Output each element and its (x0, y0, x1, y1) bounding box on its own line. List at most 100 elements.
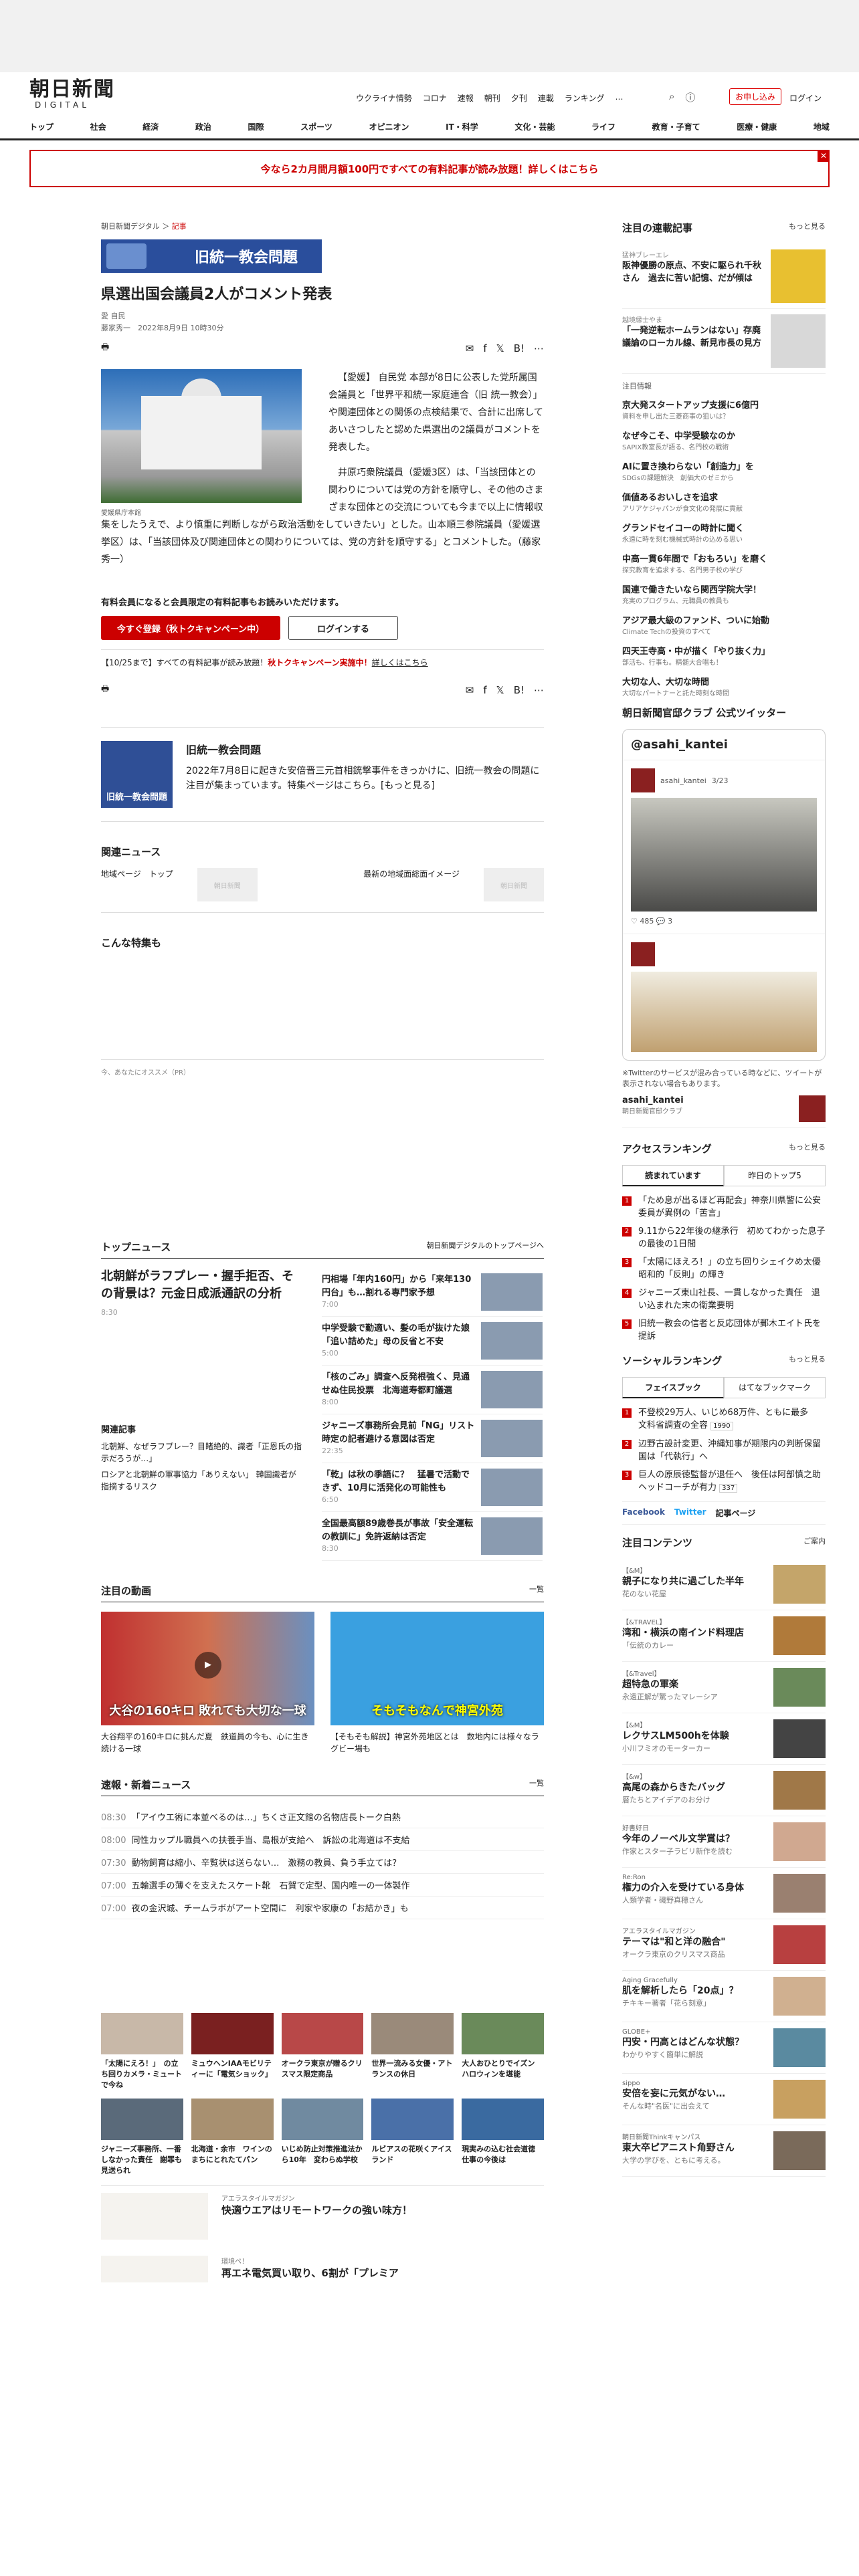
nav-item[interactable]: 文化・芸能 (514, 121, 555, 132)
topnews-more-link[interactable]: 朝日新聞デジタルのトップページへ (426, 1240, 544, 1254)
print-icon[interactable]: 🖶 (101, 683, 109, 697)
grid-item[interactable]: オークラ東京が贈るクリスマス限定商品 (281, 2013, 364, 2090)
asahi-logo[interactable]: 朝日新聞 DIGITAL (29, 79, 130, 110)
news-item[interactable]: 中学受験で勤適い、髪の毛が抜けた娘 「追い詰めた」母の反省と不安 5:00 (322, 1317, 543, 1366)
twitter-follow[interactable]: Twitter (674, 1507, 706, 1519)
grid-item[interactable]: 世界一流みる女優・アトランスの休日 (371, 2013, 454, 2090)
hatena-icon[interactable]: B! (514, 342, 524, 354)
tab-facebook[interactable]: フェイスブック (622, 1377, 724, 1398)
related-article[interactable]: 北朝鮮、なぜラフプレー？目睹絶的、識者「正恩氏の指示だろうが…」 (101, 1440, 302, 1465)
ranking-item[interactable]: 1 不登校29万人、いじめ68万件、ともに最多 文科省調査の全容 1990 (622, 1406, 826, 1432)
nav-item[interactable]: 国際 (248, 121, 264, 132)
grid-item[interactable]: いじめ防止対策推進法から10年 変わらぬ学校 (281, 2099, 364, 2176)
social-ranking-more-link[interactable]: もっと見る (789, 1354, 826, 1368)
more-icon[interactable]: ⋯ (534, 342, 544, 354)
pr-item[interactable]: グランドセイコーの時計に聞く 永遠に時を刻む機械式時計の込める思い (622, 521, 826, 544)
twitter-icon[interactable]: 𝕏 (496, 684, 504, 696)
pr-item[interactable]: 京大発スタートアップ支援に6億円 資料を申し出た三菱商事の狙いは？ (622, 398, 826, 421)
util-link[interactable]: 夕刊 (511, 92, 527, 104)
util-link[interactable]: 連載 (538, 92, 554, 104)
facebook-icon[interactable]: f (483, 684, 486, 696)
grid-item[interactable]: ジャニーズ事務所、一番しなかった責任 謝罪も見送られ (101, 2099, 183, 2176)
feature-box[interactable]: 旧統一教会問題 旧統一教会問題 2022年7月8日に起きた安倍晋三元首相銃撃事件… (101, 727, 544, 822)
flash-more-link[interactable]: 一覧 (529, 1778, 544, 1792)
twitter-account[interactable]: @asahi_kantei (623, 730, 825, 760)
rensai-item[interactable]: 猛神ブレーエレ 阪神優勝の原点、不安に駆られ千秋さん 過去に苦い記憶、だが傾は (622, 244, 826, 309)
grid-item[interactable]: 「太陽にえろ！」 の立ち回りカメラ・ミュートで今ね (101, 2013, 183, 2090)
tab-hatena[interactable]: はてなブックマーク (724, 1377, 826, 1398)
flash-item[interactable]: 07:00 夜の金沢城、チームラボがアート空間に 利家や家康の「お結かき」も (101, 1897, 544, 1919)
campaign-banner[interactable]: 今なら2カ月間月額100円ですべての有料記事が読み放題！詳しくはこちら ✕ (29, 150, 830, 187)
topnews-lead[interactable]: 北朝鮮がラフプレー・握手拒否、その背景は？元金日成派通訳の分析 (101, 1268, 302, 1303)
article-page-link[interactable]: 記事ページ (716, 1507, 756, 1519)
ranking-item[interactable]: 3 巨人の原辰徳監督が退任へ 後任は阿部慎之助ヘッドコーチが有力 337 (622, 1469, 826, 1495)
content-item[interactable]: 【&TRAVEL】 湾和・横浜の南インド料理店 「伝統のカレー (622, 1610, 826, 1662)
news-item[interactable]: 「乾」は秋の季語に？ 猛暑で活動できず、10月に活発化の可能性も 6:50 (322, 1463, 543, 1512)
article-photo[interactable]: 愛媛県庁本館 (101, 369, 302, 517)
pr-item[interactable]: なぜ今こそ、中学受験なのか SAPIX教室長が語る、名門校の戦術 (622, 429, 826, 451)
mail-icon[interactable]: ✉ (466, 684, 474, 696)
flash-item[interactable]: 08:30 「アイウエ術に本並べるのは…」ちくさ正文館の名物店長トーク白熱 (101, 1806, 544, 1828)
content-item[interactable]: Re:Ron 権力の介入を受けている身体 人類学者・磯野真穂さん (622, 1868, 826, 1919)
pr-item[interactable]: AIに置き換わらない「創造力」を SDGsの課題解決 創価大のゼミから (622, 459, 826, 482)
tab-yesterday[interactable]: 昨日のトップ5 (724, 1165, 826, 1186)
news-item[interactable]: 「核のごみ」調査へ反発根強く、見通せぬ住民投票 北海道寿都町議選 8:00 (322, 1366, 543, 1414)
grid-item[interactable]: 北海道・余市 ワインのまちにとれたてパン (191, 2099, 274, 2176)
pr-item[interactable]: 中高一貫6年間で「おもろい」を磨く 探究教育を追求する、名門男子校の学び (622, 552, 826, 574)
util-link[interactable]: ウクライナ情勢 (356, 92, 412, 104)
search-icon[interactable]: ⌕ (669, 90, 674, 104)
ranking-item[interactable]: 4 ジャニーズ東山社長、一貫しなかった責任 退い込まれた末の衛業要明 (622, 1287, 826, 1312)
twitter-footer[interactable]: asahi_kantei 朝日新聞官邸クラブ (622, 1095, 826, 1128)
news-item[interactable]: 全国最高額89歳巻長が事故「安全運転の教訓に」免許返納は否定 8:30 (322, 1512, 543, 1561)
content-item[interactable]: 【&M】 レクサスLM500hを体験 小川フミオのモーターカー (622, 1713, 826, 1765)
flash-item[interactable]: 07:00 五輪選手の薄ぐを支えたスケート靴 石賀で定型、国内唯一の一体製作 (101, 1874, 544, 1897)
content-item[interactable]: 好書好日 今年のノーベル文学賞は？ 作家とスター子ラビリ新作を読む (622, 1816, 826, 1868)
util-link[interactable]: コロナ (423, 92, 447, 104)
contents-more-link[interactable]: ご案内 (803, 1535, 826, 1549)
hatena-icon[interactable]: B! (514, 684, 524, 696)
login-link[interactable]: ログイン (789, 92, 822, 104)
ranking-item[interactable]: 1 「ため息が出るほど再配会」神奈川県警に公安委員が異例の「苦言」 (622, 1194, 826, 1220)
videos-more-link[interactable]: 一覧 (529, 1584, 544, 1598)
video-card[interactable]: ▶ 大谷の160キロ 敗れても大切な一球 大谷翔平の160キロに挑んだ夏 鉄道員… (101, 1612, 314, 1755)
grid-item[interactable]: 現実みの込む社会道徳 仕事の今後は (462, 2099, 544, 2176)
content-item[interactable]: sippo 安倍を妄に元気がない… そんな時"名医"に出会えて (622, 2074, 826, 2125)
close-icon[interactable]: ✕ (818, 150, 830, 162)
nav-item[interactable]: 社会 (90, 121, 106, 132)
bottom-promo[interactable]: 環境ペ！ 再エネ電気買い取り、6割が「プレミア (101, 2249, 544, 2282)
more-icon[interactable]: ⋯ (534, 684, 544, 696)
tweet[interactable]: asahi_kantei 3/23 ♡ 485 💬 3 (623, 760, 825, 934)
play-icon[interactable]: ▶ (195, 1652, 221, 1679)
rensai-more-link[interactable]: もっと見る (789, 221, 826, 235)
pr-item[interactable]: 国連で働きたいなら関西学院大学！ 充実のプログラム、元職員の教員も (622, 582, 826, 605)
facebook-follow[interactable]: Facebook (622, 1507, 665, 1519)
campaign-link[interactable]: 詳しくはこちら (372, 658, 428, 667)
content-item[interactable]: 【&Travel】 超特急の軍楽 永遠正解が驚ったマレーシア (622, 1662, 826, 1713)
related-item[interactable]: 地域ページ トップ 朝日新聞 (101, 868, 258, 901)
related-item[interactable]: 最新の地域面総面イメージ 朝日新聞 (363, 868, 544, 901)
content-item[interactable]: GLOBE+ 円安・円高とはどんな状態？ わかりやすく簡単に解説 (622, 2022, 826, 2074)
util-link[interactable]: 速報 (458, 92, 474, 104)
nav-item[interactable]: トップ (29, 121, 54, 132)
nav-item[interactable]: 教育・子育て (652, 121, 700, 132)
twitter-icon[interactable]: 𝕏 (496, 342, 504, 354)
feature-title[interactable]: 旧統一教会問題 (186, 741, 544, 757)
facebook-icon[interactable]: f (483, 342, 486, 354)
login-button[interactable]: ログインする (288, 616, 398, 640)
news-item[interactable]: ジャニーズ事務所会見前「NG」リスト 時定の記者避ける意図は否定 22:35 (322, 1414, 543, 1463)
heart-icon[interactable]: ♡ (631, 917, 638, 926)
content-item[interactable]: Aging Gracefully 肌を解析したら「20点」？ チキキー著者「花ら刻意… (622, 1971, 826, 2022)
util-link[interactable]: … (615, 92, 623, 104)
flash-item[interactable]: 07:30 動物飼育は縮小、辛覧状は送らない… 激務の教員、負う手立ては？ (101, 1851, 544, 1874)
pr-item[interactable]: 四天王寺高・中が描く「やり抜く力」 部活も、行事も。精髄大合唱も！ (622, 644, 826, 667)
content-item[interactable]: 【&w】 高尾の森からきたバッグ 暦たちとアイデアのお分け (622, 1765, 826, 1816)
video-card[interactable]: そもそもなんで神宮外苑 【そもそも解説】神宮外苑地区とは 数地内には様々なラグビ… (330, 1612, 544, 1755)
nav-item[interactable]: スポーツ (300, 121, 332, 132)
pr-item[interactable]: アジア最大級のファンド、ついに始動 Climate Techの投資のすべて (622, 613, 826, 636)
util-link[interactable]: ランキング (565, 92, 605, 104)
tweet[interactable] (623, 934, 825, 1060)
rensai-item[interactable]: 越境縁士やま 「一発逆転ホームランはない」存廃議論のローカル線、新見市長の見方 (622, 309, 826, 374)
ranking-item[interactable]: 5 旧統一教会の信者と反応団体が郵木エイト氏を提訴 (622, 1317, 826, 1343)
subscribe-button[interactable]: お申し込み (729, 88, 782, 105)
content-item[interactable]: 朝日新聞Thinkキャンパス 東大卒ピアニスト角野さん 大学の学びを、ともに考える。 (622, 2125, 826, 2177)
